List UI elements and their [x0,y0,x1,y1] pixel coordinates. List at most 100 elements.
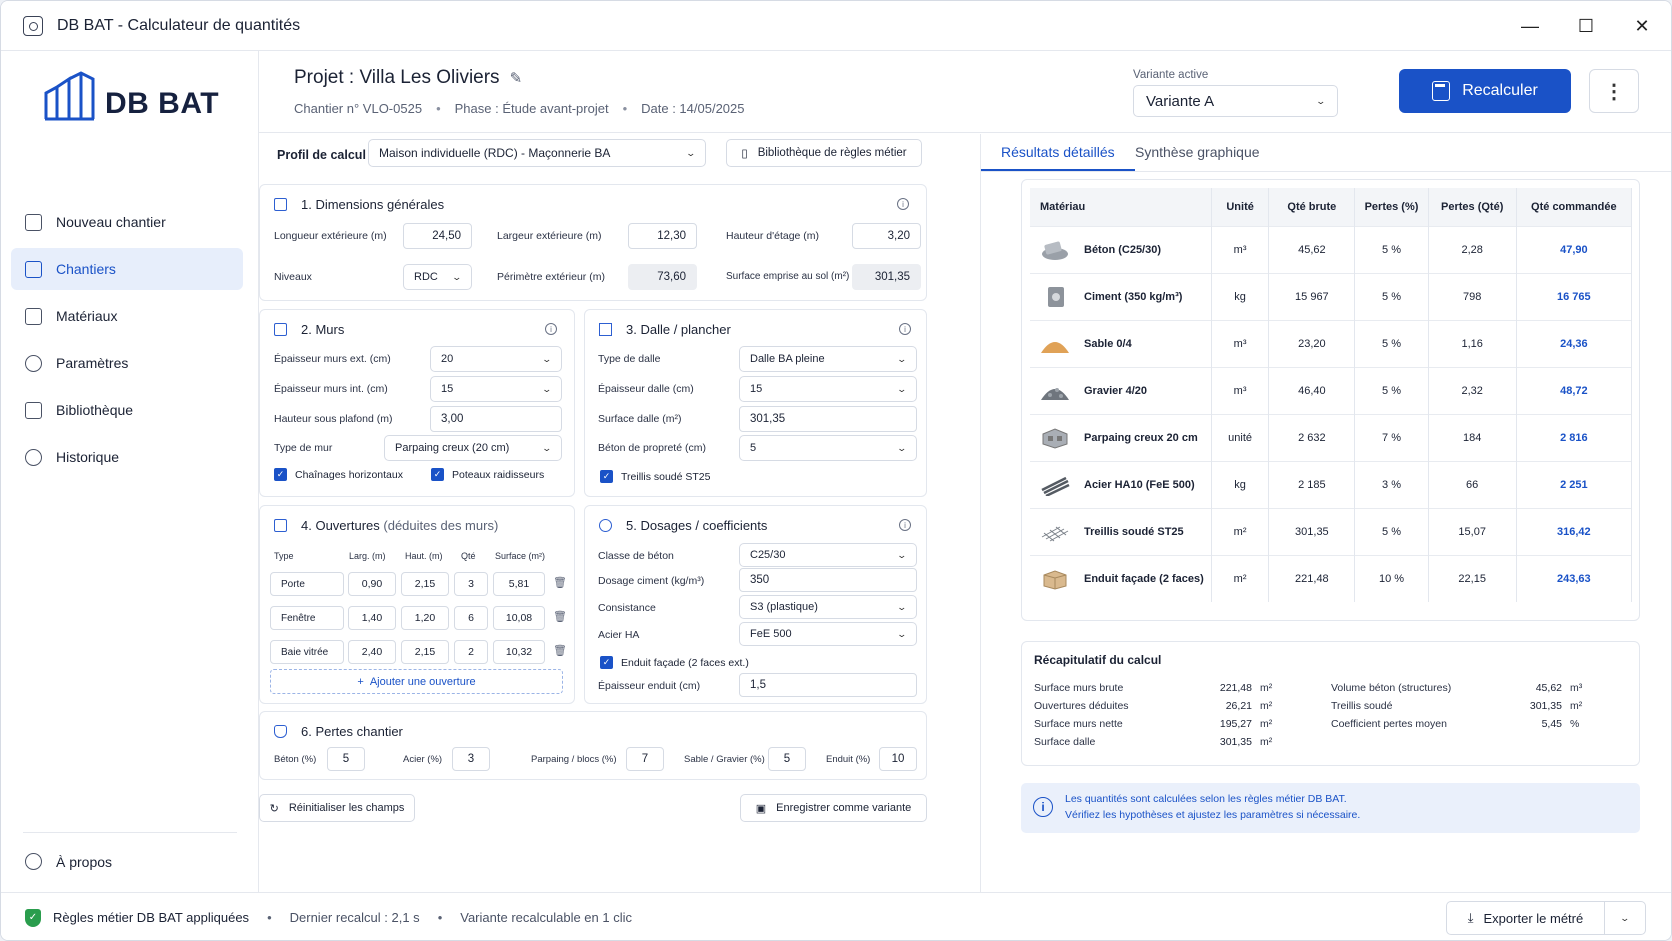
summary-value: 195,27 [1219,718,1252,730]
pertes-parpaing-input[interactable]: 7 [626,747,664,771]
ouverture-qte-input[interactable]: 2 [454,640,488,664]
hauteur-plafond-input[interactable]: 3,00 [430,406,562,432]
summary-value: 301,35 [1529,700,1562,712]
longueur-input[interactable]: 24,50 [403,223,472,249]
ouverture-qte-input[interactable]: 3 [454,572,488,596]
table-row[interactable]: Enduit façade (2 faces) m² 221,48 10 % 2… [1030,554,1633,602]
acier-ha-select[interactable]: FeE 500 ⌄ [739,622,917,646]
sidebar-item-nouveau-chantier[interactable]: Nouveau chantier [11,201,243,243]
delete-trash-icon[interactable]: 🗑 [553,576,567,589]
save-variant-button[interactable]: ▣ Enregistrer comme variante [740,794,927,822]
project-meta: Chantier n° VLO-0525 • Phase : Étude avan… [294,101,745,116]
close-button[interactable]: ✕ [1613,1,1671,51]
chevron-down-icon: ⌄ [896,601,908,612]
ouverture-haut-input[interactable]: 1,20 [401,606,449,630]
pertes-sable-label: Sable / Gravier (%) [684,754,765,765]
table-row[interactable]: Treillis soudé ST25 m² 301,35 5 % 15,07 … [1030,507,1633,555]
recalculate-button[interactable]: Recalculer [1399,69,1571,113]
chainages-checkbox[interactable]: ✓ Chaînages horizontaux [274,468,403,481]
info-icon[interactable]: i [899,519,911,531]
type-dalle-label: Type de dalle [598,353,661,365]
surface-dalle-label: Surface dalle (m²) [598,413,682,425]
maximize-button[interactable]: ☐ [1557,1,1615,51]
delete-trash-icon[interactable]: 🗑 [553,610,567,623]
minimize-button[interactable]: — [1501,1,1559,51]
ep-int-select[interactable]: 15 ⌄ [430,376,562,402]
status-rules: Règles métier DB BAT appliquées [53,910,250,925]
variant-select[interactable]: Variante A ⌄ [1133,85,1338,117]
hauteur-etage-input[interactable]: 3,20 [852,223,921,249]
project-date: Date : 14/05/2025 [641,101,745,116]
tab-resultats-detailles[interactable]: Résultats détaillés [981,144,1135,171]
sidebar-nav: Nouveau chantier Chantiers Matériaux Par… [11,201,243,483]
type-mur-select[interactable]: Parpaing creux (20 cm) ⌄ [384,435,562,461]
ouverture-haut-input[interactable]: 2,15 [401,572,449,596]
rules-library-button[interactable]: ▯ Bibliothèque de règles métier [726,139,922,167]
largeur-input[interactable]: 12,30 [628,223,697,249]
poteaux-checkbox[interactable]: ✓ Poteaux raidisseurs [431,468,544,481]
export-dropdown-button[interactable]: ⌄ [1605,913,1645,924]
niveaux-select[interactable]: RDC ⌄ [403,264,472,290]
ouverture-haut-input[interactable]: 2,15 [401,640,449,664]
ep-ext-select[interactable]: 20 ⌄ [430,346,562,372]
table-row[interactable]: Sable 0/4 m³ 23,20 5 % 1,16 24,36 [1030,319,1633,367]
enduit-checkbox[interactable]: ✓ Enduit façade (2 faces ext.) [600,656,749,669]
ouverture-qte-input[interactable]: 6 [454,606,488,630]
delete-trash-icon[interactable]: 🗑 [553,644,567,657]
input-panel: Profil de calcul Maison individuelle (RD… [259,134,979,892]
export-button[interactable]: ⤓ Exporter le métré [1447,902,1605,934]
pertes-sable-input[interactable]: 5 [768,747,806,771]
edit-pencil-icon[interactable]: ✎ [510,69,523,87]
ouverture-larg-input[interactable]: 2,40 [348,640,396,664]
ouverture-type-input[interactable]: Porte [270,572,344,596]
sidebar-item-historique[interactable]: Historique [11,436,243,478]
ep-dalle-select[interactable]: 15 ⌄ [739,376,917,402]
table-row[interactable]: Béton (C25/30) m³ 45,62 5 % 2,28 47,90 [1030,225,1633,273]
app-window: DB BAT - Calculateur de quantités — ☐ ✕ … [0,0,1672,941]
table-row[interactable]: Gravier 4/20 m³ 46,40 5 % 2,32 48,72 [1030,366,1633,414]
tab-divider [981,171,1671,172]
proprete-select[interactable]: 5 ⌄ [739,435,917,461]
about-link[interactable]: À propos [25,853,112,870]
logo: DB BAT [43,71,219,121]
table-row[interactable]: Parpaing creux 20 cm unité 2 632 7 % 184… [1030,413,1633,461]
consistance-select[interactable]: S3 (plastique) ⌄ [739,595,917,619]
pertes-enduit-input[interactable]: 10 [879,747,917,771]
summary-unit: m² [1260,682,1273,694]
ouverture-larg-input[interactable]: 1,40 [348,606,396,630]
ouverture-larg-input[interactable]: 0,90 [348,572,396,596]
ep-dalle-label: Épaisseur dalle (cm) [598,383,694,395]
table-row[interactable]: Acier HA10 (FeE 500) kg 2 185 3 % 66 2 2… [1030,460,1633,508]
info-icon[interactable]: i [545,323,557,335]
reset-fields-button[interactable]: ↻ Réinitialiser les champs [259,794,415,822]
treillis-checkbox[interactable]: ✓ Treillis soudé ST25 [600,470,710,483]
pertes-acier-input[interactable]: 3 [452,747,490,771]
sidebar-item-parametres[interactable]: Paramètres [11,342,243,384]
sidebar-item-chantiers[interactable]: Chantiers [11,248,243,290]
ouverture-type-input[interactable]: Fenêtre [270,606,344,630]
summary-unit: m² [1570,700,1583,712]
info-icon [25,853,42,870]
tab-synthese-graphique[interactable]: Synthèse graphique [1135,144,1260,170]
table-row[interactable]: Ciment (350 kg/m³) kg 15 967 5 % 798 16 … [1030,272,1633,320]
type-dalle-select[interactable]: Dalle BA pleine ⌄ [739,346,917,372]
profile-select[interactable]: Maison individuelle (RDC) - Maçonnerie B… [368,139,706,167]
sidebar-item-materiaux[interactable]: Matériaux [11,295,243,337]
sidebar-item-bibliotheque[interactable]: Bibliothèque [11,389,243,431]
status-bar: ✓ Règles métier DB BAT appliquées • Dern… [1,892,1671,940]
summary-unit: m² [1260,736,1273,748]
info-icon[interactable]: i [899,323,911,335]
ep-enduit-input[interactable]: 1,5 [739,673,917,697]
chevron-down-icon: ⌄ [541,383,553,394]
info-icon[interactable]: i [897,198,909,210]
dosage-ciment-input[interactable]: 350 [739,568,917,592]
ouverture-type-input[interactable]: Baie vitrée [270,640,344,664]
surface-dalle-input[interactable]: 301,35 [739,406,917,432]
profile-label: Profil de calcul [277,148,366,162]
more-options-button[interactable]: ⋮ [1589,69,1639,113]
chevron-down-icon: ⌄ [896,353,908,364]
add-opening-button[interactable]: + Ajouter une ouverture [270,669,563,694]
pertes-beton-input[interactable]: 5 [327,747,365,771]
classe-beton-select[interactable]: C25/30 ⌄ [739,543,917,567]
chevron-down-icon: ⌄ [896,383,908,394]
